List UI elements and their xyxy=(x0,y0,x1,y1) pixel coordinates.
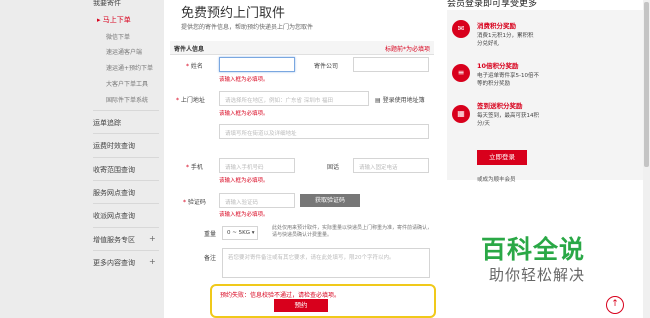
watermark-subtitle: 助你轻松解决 xyxy=(489,266,586,284)
section-title: 寄件人信息 xyxy=(174,46,205,53)
expand-icon[interactable]: + xyxy=(149,257,156,266)
panel-title: 会员登录即可享受更多 xyxy=(447,0,538,9)
sidebar-item-range[interactable]: 收寄范围查询 xyxy=(93,165,135,175)
expand-icon[interactable]: + xyxy=(149,234,156,243)
address-label: * 上门地址 xyxy=(176,95,205,104)
label-text: 手机 xyxy=(190,164,203,171)
sidebar-item-label: 马上下单 xyxy=(102,16,131,24)
benefit-heading: 10倍积分奖励 xyxy=(477,62,519,70)
watermark: 百科全说 助你轻松解决 xyxy=(463,216,607,292)
region-select[interactable]: 请选择所在地区，例如：广东省 深圳市 福田 xyxy=(219,91,369,106)
sidebar-item-big-client[interactable]: 大客户下单工具 xyxy=(106,79,148,88)
remark-label: 备注 xyxy=(204,255,217,262)
mobile-error: 该输入框为必填项。 xyxy=(219,178,269,184)
sidebar-item-reserve[interactable]: 速运通+预约下单 xyxy=(106,63,153,72)
sidebar-item-outlets[interactable]: 服务网点查询 xyxy=(93,188,135,198)
sidebar-item-freight[interactable]: 运费时效查询 xyxy=(93,141,135,151)
name-error: 该输入框为必填项。 xyxy=(219,77,269,83)
name-label: * 姓名 xyxy=(186,61,203,70)
divider xyxy=(93,227,159,228)
label-text: 验证码 xyxy=(187,199,206,206)
address-book-link[interactable]: ▤ 登录使用地址簿 xyxy=(375,95,425,104)
page-subtitle: 提供您的寄件信息，帮助预约快递员上门为您取件 xyxy=(181,24,314,31)
benefits-box: ✉ 消费积分奖励 消费1元积1分，累积积分兑好礼 ≡ 10倍积分奖励 电子运单寄… xyxy=(447,10,647,183)
benefit-text: 每天签到，最高可获14积分/天 xyxy=(477,113,539,127)
address-error: 该输入框为必填项。 xyxy=(219,111,269,117)
remark-field[interactable]: 若您要对寄件备注或有其它要求，请在此处填写，限20个字符以内。 xyxy=(222,248,430,278)
get-code-button[interactable]: 获取验证码 xyxy=(300,194,360,207)
page-title: 免费预约上门取件 xyxy=(181,6,286,21)
benefit-text: 消费1元积1分，累积积分兑好礼 xyxy=(477,33,534,47)
link-text: 登录使用地址簿 xyxy=(382,97,425,104)
label-text: 上门地址 xyxy=(180,97,205,104)
sidebar-item-wechat[interactable]: 微信下单 xyxy=(106,32,130,41)
back-to-top-icon[interactable]: ↑ xyxy=(606,296,624,314)
order-form: 免费预约上门取件 提供您的寄件信息，帮助预约快递员上门为您取件 寄件人信息 标题… xyxy=(164,0,442,318)
code-error: 该输入框为必填项。 xyxy=(219,212,269,218)
divider xyxy=(93,203,159,204)
sidebar-item-more[interactable]: 更多内容查询 xyxy=(93,258,135,268)
divider xyxy=(93,180,159,181)
company-label: 寄件公司 xyxy=(314,63,339,70)
company-field[interactable] xyxy=(353,57,429,72)
section-header: 寄件人信息 标题前*为必填项 xyxy=(170,41,434,55)
sidebar-item-international[interactable]: 国际件下单系统 xyxy=(106,95,148,104)
benefit-text: 电子运单寄件享5-10倍不等的积分奖励 xyxy=(477,73,539,87)
weight-note: 此处仅用来预计取件，实际重量以快递员上门称重为准，寄件前请确认，请与快递员确认计… xyxy=(272,225,433,238)
selected-value: 0 ~ 5KG xyxy=(227,230,250,236)
list-icon: ≡ xyxy=(452,64,470,82)
scrollbar[interactable] xyxy=(643,0,650,318)
divider xyxy=(93,157,159,158)
phone-field[interactable]: 请输入固定电话 xyxy=(353,158,429,173)
sidebar-header-ship[interactable]: 我要寄件 xyxy=(93,0,121,8)
gift-icon: ✉ xyxy=(452,20,470,38)
required-star: * xyxy=(176,97,179,104)
divider xyxy=(93,250,159,251)
calendar-icon: ▦ xyxy=(452,105,470,123)
code-field[interactable]: 请输入验证码 xyxy=(219,193,295,208)
divider xyxy=(93,133,159,134)
required-star: * xyxy=(186,164,189,171)
name-field[interactable] xyxy=(219,57,295,72)
sidebar-item-tracking[interactable]: 运单追踪 xyxy=(93,118,121,128)
fail-message: 预约失败：信息校验不通过，请检查必填项。 xyxy=(220,292,341,299)
sidebar-item-value-added[interactable]: 增值服务专区 xyxy=(93,235,135,245)
submit-button[interactable]: 预约 xyxy=(274,299,328,312)
mobile-label: * 手机 xyxy=(186,162,203,171)
required-star: * xyxy=(186,63,189,70)
chevron-down-icon: ▾ xyxy=(249,230,255,236)
benefit-heading: 签到送积分奖励 xyxy=(477,102,523,110)
weight-label: 重量 xyxy=(204,231,217,238)
sidebar-item-pickup-outlets[interactable]: 收派网点查询 xyxy=(93,211,135,221)
mobile-field[interactable]: 请输入手机号码 xyxy=(219,158,295,173)
benefit-heading: 消费积分奖励 xyxy=(477,22,516,30)
required-star: * xyxy=(183,199,186,206)
login-button[interactable]: 立即登录 xyxy=(477,150,527,165)
code-label: * 验证码 xyxy=(183,197,206,206)
register-link[interactable]: 或成为顺丰会员 xyxy=(477,175,516,183)
detail-address-field[interactable]: 请填写所在街道以及详细地址 xyxy=(219,124,429,139)
weight-select[interactable]: 0 ~ 5KG ▾ xyxy=(222,226,258,240)
address-book-icon: ▤ xyxy=(375,97,381,104)
sidebar-item-client[interactable]: 速运通客户端 xyxy=(106,47,142,56)
sidebar: 我要寄件 ▸ 马上下单 微信下单 速运通客户端 速运通+预约下单 大客户下单工具… xyxy=(0,0,164,318)
scroll-thumb[interactable] xyxy=(644,2,649,167)
sidebar-item-order-now[interactable]: ▸ 马上下单 xyxy=(97,15,131,25)
divider xyxy=(93,110,159,111)
label-text: 姓名 xyxy=(190,63,203,70)
required-note: 标题前*为必填项 xyxy=(384,46,430,53)
watermark-title: 百科全说 xyxy=(481,235,586,264)
phone-label: 固话 xyxy=(327,164,340,171)
